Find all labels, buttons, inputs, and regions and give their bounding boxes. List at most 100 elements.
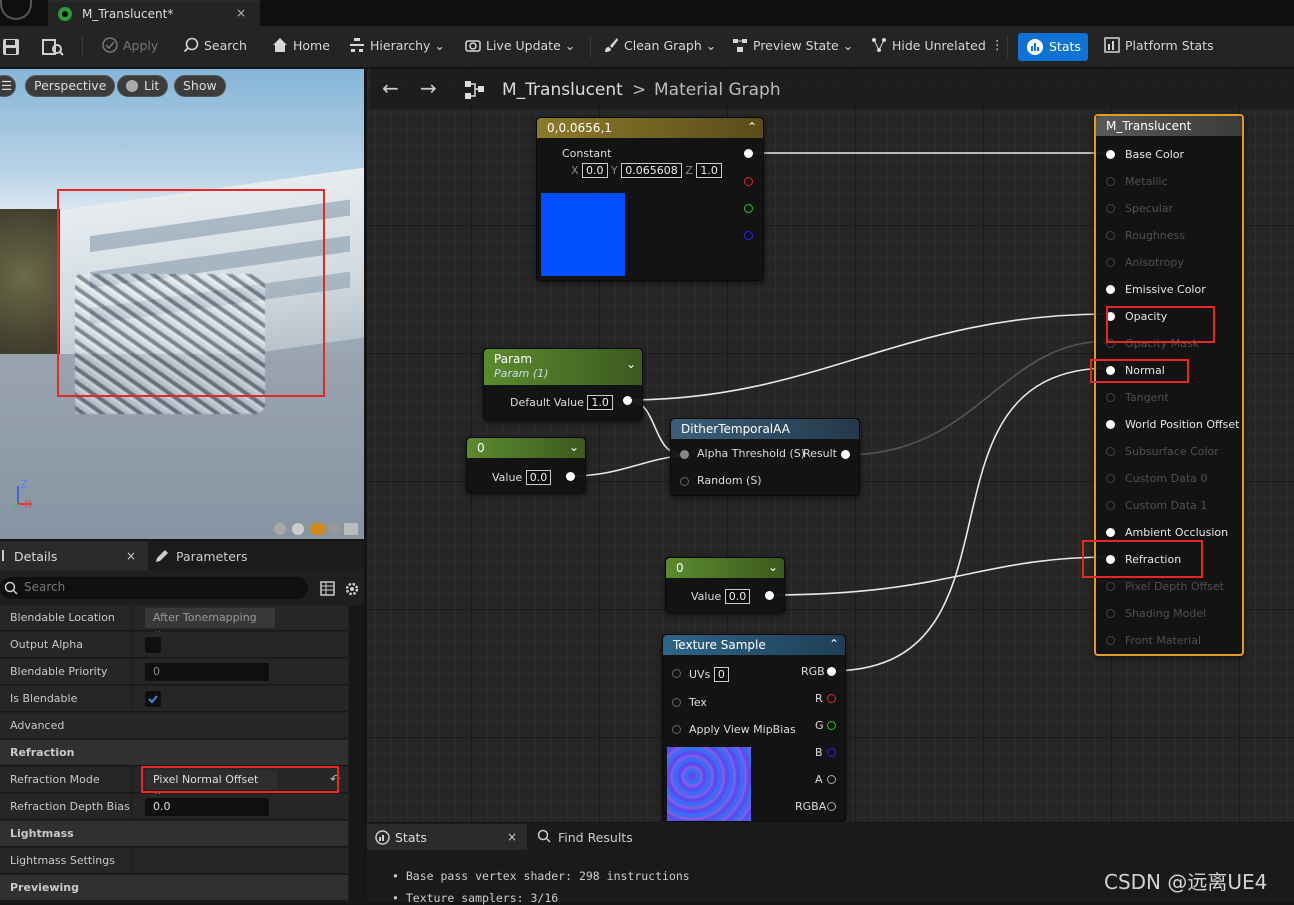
dither-temporal-aa-node[interactable]: DitherTemporalAA Alpha Threshold (S) Res…	[670, 418, 860, 496]
pin-label: Custom Data 0	[1125, 472, 1208, 485]
input-pin[interactable]	[1106, 609, 1115, 618]
output-pin[interactable]	[765, 591, 774, 600]
tab-find-results[interactable]: Find Results	[558, 830, 633, 845]
pin-label: R	[815, 692, 823, 705]
constant-node[interactable]: 0 ⌄ Value 0.0	[466, 437, 586, 493]
pin-label: Base Color	[1125, 148, 1185, 161]
default-value-input[interactable]: 1.0	[587, 395, 613, 410]
breadcrumb-graph: Material Graph	[654, 80, 781, 100]
input-pin[interactable]	[1106, 582, 1115, 591]
default-value-row: Default Value 1.0	[510, 395, 613, 410]
constant3-node[interactable]: 0,0.0656,1 ⌃ Constant X 0.0 Y 0.065608 Z…	[536, 117, 764, 281]
tab-stats[interactable]: Stats ×	[367, 824, 527, 850]
node-title: DitherTemporalAA	[681, 422, 790, 436]
input-pin[interactable]	[1106, 393, 1115, 402]
input-pin-uvs[interactable]	[672, 669, 681, 678]
pin-label: Specular	[1125, 202, 1174, 215]
value-input[interactable]: 0.0	[724, 589, 751, 604]
chevron-down-icon[interactable]: ⌄	[569, 440, 579, 454]
forward-arrow-icon[interactable]: →	[420, 76, 437, 100]
input-pin[interactable]	[1106, 420, 1115, 429]
y-input[interactable]: 0.065608	[621, 163, 682, 178]
input-pin[interactable]	[1106, 636, 1115, 645]
output-pin-a[interactable]	[827, 775, 836, 784]
input-pin[interactable]	[1106, 501, 1115, 510]
pin-label: Ambient Occlusion	[1125, 526, 1229, 539]
input-pin[interactable]	[1106, 204, 1115, 213]
output-pin-g[interactable]	[827, 721, 836, 730]
uvs-input[interactable]: 0	[713, 667, 729, 682]
input-pin[interactable]	[680, 477, 689, 486]
graph-icon	[465, 81, 484, 99]
input-pin[interactable]	[1106, 285, 1115, 294]
pin-label: Shading Model	[1125, 607, 1207, 620]
constant-node-refraction[interactable]: 0 ⌄ Value 0.0	[665, 557, 785, 613]
input-pin-tex[interactable]	[672, 698, 681, 707]
breadcrumb-material[interactable]: M_Translucent	[502, 80, 623, 100]
input-pin[interactable]	[1106, 528, 1115, 537]
pin-label: B	[815, 746, 823, 759]
input-pin[interactable]	[1106, 474, 1115, 483]
vector-fields: X 0.0 Y 0.065608 Z 1.0	[571, 163, 722, 178]
input-pin[interactable]	[1106, 447, 1115, 456]
pin-label: World Position Offset	[1125, 418, 1240, 431]
search-icon	[537, 829, 551, 843]
node-title: 0	[477, 441, 485, 455]
back-arrow-icon[interactable]: ←	[382, 76, 399, 100]
pin-label: G	[815, 719, 824, 732]
node-title: 0,0.0656,1	[547, 121, 612, 135]
input-pin[interactable]	[680, 450, 689, 459]
normal-map-preview	[667, 747, 751, 821]
pin-label: Metallic	[1125, 175, 1168, 188]
pin-label: A	[815, 773, 823, 786]
output-pin-b[interactable]	[744, 231, 753, 240]
tab-stats-label: Stats	[395, 830, 427, 845]
node-title: Texture Sample	[673, 638, 766, 652]
node-subtitle: Param (1)	[494, 367, 549, 380]
breadcrumb-separator: >	[632, 80, 647, 100]
chevron-down-icon[interactable]: ⌄	[626, 357, 636, 371]
input-pin-mip[interactable]	[672, 725, 681, 734]
stats-line: • Base pass vertex shader: 298 instructi…	[392, 869, 690, 883]
output-pin-rgb[interactable]	[827, 667, 836, 676]
output-pin[interactable]	[841, 450, 850, 459]
chevron-down-icon[interactable]: ⌄	[768, 560, 778, 574]
collapse-icon[interactable]: ⌃	[829, 637, 839, 651]
node-title: M_Translucent	[1106, 119, 1192, 133]
pin-label: RGBA	[795, 800, 827, 813]
output-pin[interactable]	[623, 396, 632, 405]
input-pin[interactable]	[1106, 231, 1115, 240]
pin-label: Subsurface Color	[1125, 445, 1219, 458]
texture-sample-node[interactable]: Texture Sample ⌃ UVs 0 Tex Apply View Mip…	[662, 634, 846, 822]
input-pin[interactable]	[1106, 258, 1115, 267]
input-pin[interactable]	[1106, 150, 1115, 159]
output-pin-r[interactable]	[827, 694, 836, 703]
highlight-box	[1082, 540, 1203, 578]
output-pin-g[interactable]	[744, 204, 753, 213]
param-node[interactable]: Param Param (1) ⌄ Default Value 1.0	[483, 348, 643, 420]
value-row: Value 0.0	[691, 589, 751, 604]
stats-line: • Texture samplers: 3/16	[392, 891, 559, 905]
output-pin-rgba[interactable]	[827, 802, 836, 811]
collapse-icon[interactable]: ⌃	[747, 120, 757, 134]
node-header: 0 ⌄	[467, 438, 585, 458]
uvs-row: UVs 0	[689, 667, 729, 682]
stats-icon	[375, 830, 390, 845]
input-pin[interactable]	[1106, 177, 1115, 186]
close-stats-icon[interactable]: ×	[507, 830, 517, 844]
node-header: Param Param (1) ⌄	[484, 349, 642, 385]
node-header: 0,0.0656,1 ⌃	[537, 118, 763, 138]
pin-label: Result	[803, 447, 837, 460]
color-preview-swatch	[541, 193, 625, 276]
output-pin-b[interactable]	[827, 748, 836, 757]
output-pin-r[interactable]	[744, 177, 753, 186]
node-header: Texture Sample ⌃	[663, 635, 845, 655]
x-input[interactable]: 0.0	[582, 163, 608, 178]
output-pin[interactable]	[566, 472, 575, 481]
node-title: Param	[494, 352, 533, 366]
value-input[interactable]: 0.0	[525, 470, 552, 485]
value-row: Value 0.0	[492, 470, 552, 485]
pin-label: RGB	[801, 665, 825, 678]
output-pin[interactable]	[744, 149, 753, 158]
z-input[interactable]: 1.0	[696, 163, 722, 178]
